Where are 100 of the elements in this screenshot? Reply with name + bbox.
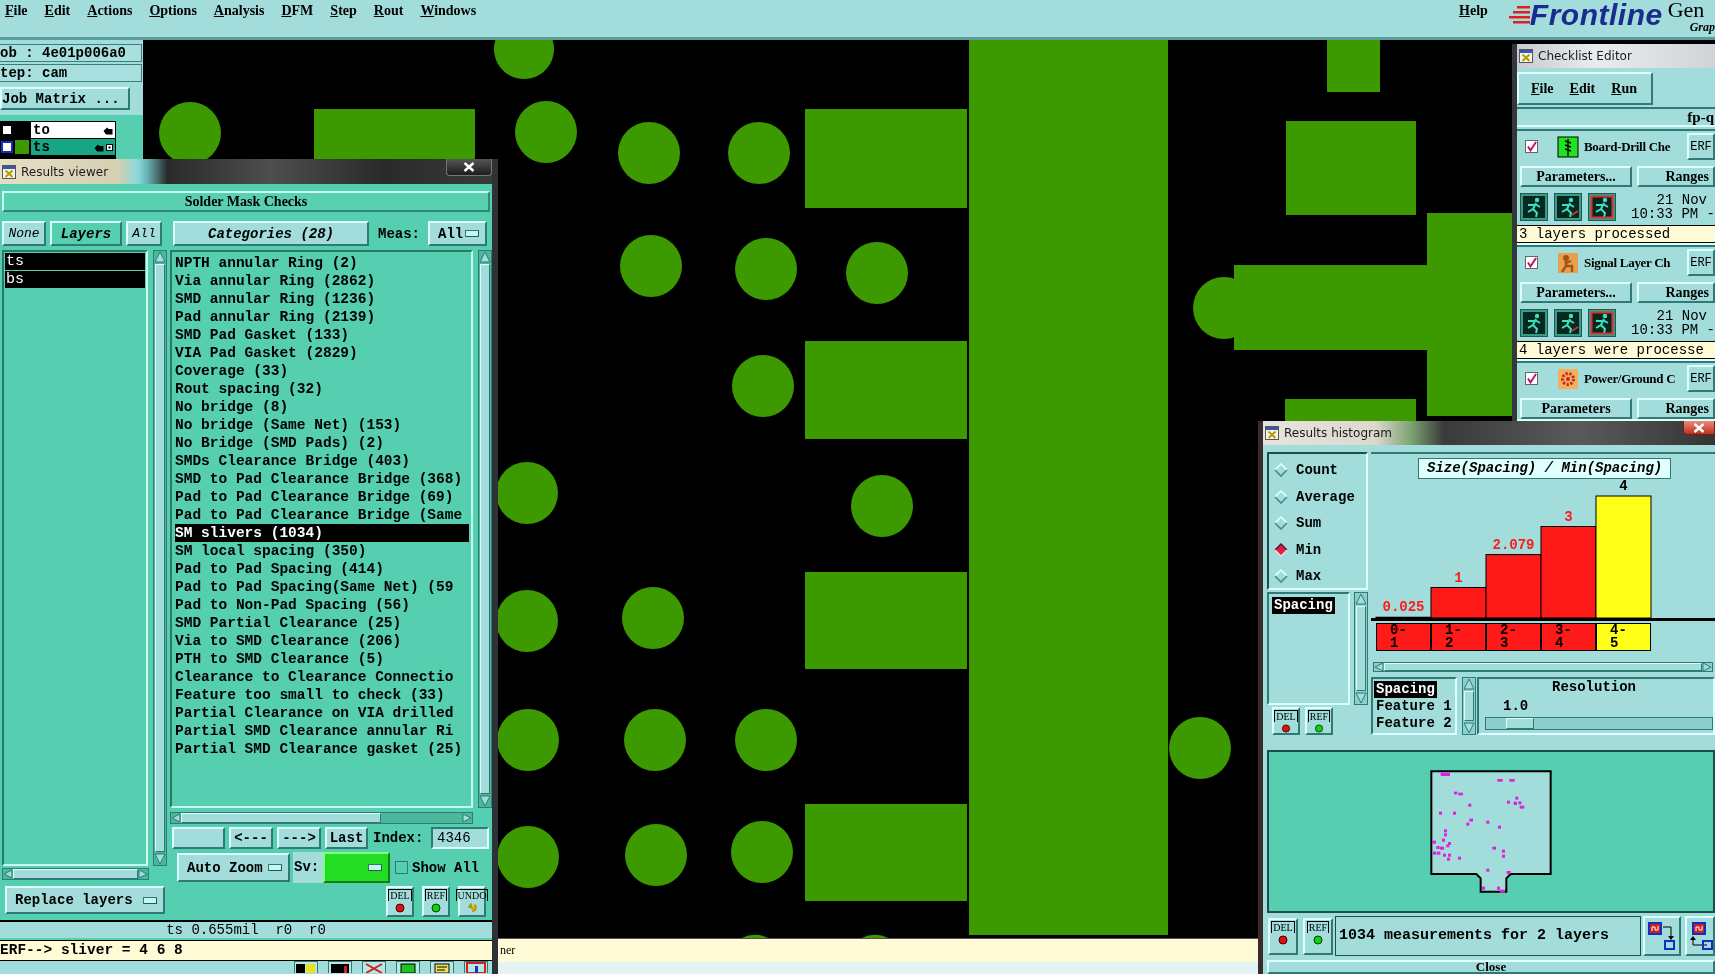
show-all-checkbox[interactable]: Show All	[395, 858, 480, 877]
vertical-scrollbar[interactable]	[478, 250, 492, 808]
layers-button[interactable]: Layers	[50, 221, 122, 246]
radio-option[interactable]: Count	[1269, 457, 1366, 484]
scroll-left-icon[interactable]	[171, 813, 181, 823]
list-item[interactable]: Partial SMD Clearance gasket (25)	[175, 740, 469, 758]
list-item[interactable]: Pad to Pad Clearance Bridge (Same	[175, 506, 469, 524]
bin-label[interactable]: 2-3	[1486, 623, 1541, 651]
menu-item[interactable]: Step	[330, 2, 357, 20]
list-item[interactable]: Pad to Pad Clearance Bridge (69)	[175, 488, 469, 506]
parameters-button[interactable]: Parameters	[1520, 398, 1632, 419]
menu-item[interactable]: Actions	[87, 2, 133, 20]
zoom-mode-dropdown[interactable]: Auto Zoom	[177, 853, 290, 882]
list-item[interactable]: PTH to SMD Clearance (5)	[175, 650, 469, 668]
runner-flag-icon[interactable]	[1554, 192, 1582, 221]
squares-icon[interactable]	[292, 961, 320, 973]
next-button[interactable]: --->	[277, 827, 321, 849]
list-item[interactable]: Spacing	[1374, 681, 1437, 698]
scroll-right-icon[interactable]	[138, 869, 148, 879]
all-button[interactable]: All	[126, 221, 162, 246]
erf-button[interactable]: ERF	[1687, 249, 1715, 276]
list-item[interactable]: Rout spacing (32)	[175, 380, 469, 398]
horizontal-scrollbar[interactable]	[170, 812, 473, 824]
scroll-left-icon[interactable]	[3, 869, 13, 879]
list-item[interactable]: Feature too small to check (33)	[175, 686, 469, 704]
list-item[interactable]: Pad to Non-Pad Spacing (56)	[175, 596, 469, 614]
erf-button[interactable]: ERF	[1687, 365, 1715, 392]
menu-item[interactable]: Options	[149, 2, 197, 20]
list-item[interactable]: Partial SMD Clearance annular Ri	[175, 722, 469, 740]
radio-option[interactable]: Max	[1269, 563, 1366, 590]
list-item[interactable]: SMDs Clearance Bridge (403)	[175, 452, 469, 470]
list-item[interactable]: SMD Partial Clearance (25)	[175, 614, 469, 632]
ranges-button[interactable]: Ranges	[1637, 282, 1715, 303]
last-button[interactable]: Last	[325, 827, 368, 849]
histogram-bar[interactable]	[1595, 495, 1652, 619]
runner-frame-icon[interactable]	[1588, 192, 1616, 221]
ranges-button[interactable]: Ranges	[1637, 398, 1715, 419]
runner-frame-icon[interactable]	[1588, 308, 1616, 337]
list-item[interactable]: bs	[5, 271, 145, 288]
list-item[interactable]: VIA Pad Gasket (2829)	[175, 344, 469, 362]
list-item[interactable]: Via to SMD Clearance (206)	[175, 632, 469, 650]
histogram-bar[interactable]	[1375, 616, 1432, 619]
list-item[interactable]: SMD to Pad Clearance Bridge (368)	[175, 470, 469, 488]
vertical-scrollbar[interactable]	[1462, 677, 1476, 735]
empty-button[interactable]	[172, 827, 225, 849]
list-item[interactable]: Partial Clearance on VIA drilled	[175, 704, 469, 722]
list-item[interactable]: SMD annular Ring (1236)	[175, 290, 469, 308]
menu-item[interactable]: DFM	[281, 2, 314, 20]
runner-icon[interactable]	[1520, 308, 1548, 337]
layer-button[interactable]: to	[31, 122, 115, 138]
menu-item[interactable]: File	[1531, 79, 1554, 98]
list-item[interactable]: Pad to Pad Spacing(Same Net) (59	[175, 578, 469, 596]
severity-dropdown[interactable]	[323, 852, 390, 883]
categories-button[interactable]: Categories (28)	[173, 221, 369, 246]
undo-button[interactable]: UNDO	[458, 886, 486, 917]
bin-label[interactable]: 0-1	[1376, 623, 1431, 651]
list-item[interactable]: No Bridge (SMD Pads) (2)	[175, 434, 469, 452]
menu-item[interactable]: Rout	[373, 2, 404, 20]
list-item[interactable]: No bridge (8)	[175, 398, 469, 416]
list-item[interactable]: Pad to Pad Spacing (414)	[175, 560, 469, 578]
close-button[interactable]	[1683, 421, 1715, 435]
list-item[interactable]: No bridge (Same Net) (153)	[175, 416, 469, 434]
bin-label[interactable]: 4-5	[1596, 623, 1651, 651]
job-matrix-button[interactable]: Job Matrix ...	[0, 87, 130, 110]
scroll-right-icon[interactable]	[1702, 662, 1712, 672]
list-item[interactable]: Via annular Ring (2862)	[175, 272, 469, 290]
chart-export-button[interactable]	[1643, 916, 1681, 956]
runner-flag-icon[interactable]	[1554, 308, 1582, 337]
list-item[interactable]: Feature 1	[1374, 698, 1454, 715]
menu-item[interactable]: File	[5, 2, 28, 20]
menu-item[interactable]: Analysis	[213, 2, 265, 20]
vertical-scrollbar[interactable]	[1354, 592, 1368, 705]
list-item[interactable]: Feature 2	[1374, 715, 1454, 732]
checkbox[interactable]	[1, 124, 13, 136]
checkbox[interactable]	[1525, 372, 1538, 385]
list-item[interactable]: Clearance to Clearance Connectio	[175, 668, 469, 686]
layer-button[interactable]: ts	[31, 139, 115, 155]
refresh-button[interactable]: REF	[422, 886, 450, 917]
chart-import-button[interactable]	[1685, 916, 1715, 956]
none-button[interactable]: None	[2, 221, 46, 246]
radio-option[interactable]: Average	[1269, 483, 1366, 510]
note-icon[interactable]	[428, 961, 456, 973]
cross-icon[interactable]	[360, 961, 388, 973]
delete-button[interactable]: DEL	[1272, 707, 1300, 735]
list-item[interactable]: SM local spacing (350)	[175, 542, 469, 560]
menu-item[interactable]: Windows	[420, 2, 477, 20]
horizontal-scrollbar[interactable]	[2, 868, 149, 880]
bin-label[interactable]: 3-4	[1541, 623, 1596, 651]
previous-button[interactable]: <---	[229, 827, 273, 849]
slider-thumb[interactable]	[1506, 718, 1534, 729]
chart-icon[interactable]	[462, 961, 490, 973]
runner-icon[interactable]	[1520, 192, 1548, 221]
radio-option[interactable]: Sum	[1269, 510, 1366, 537]
checkbox[interactable]	[1525, 256, 1538, 269]
list-item[interactable]: SM slivers (1034)	[175, 524, 469, 542]
list-item[interactable]: Spacing	[1272, 597, 1335, 614]
list-item[interactable]: ts	[5, 253, 145, 270]
list-item[interactable]: Pad annular Ring (2139)	[175, 308, 469, 326]
parameters-button[interactable]: Parameters...	[1520, 282, 1632, 303]
menu-item[interactable]: Help	[1459, 2, 1488, 20]
